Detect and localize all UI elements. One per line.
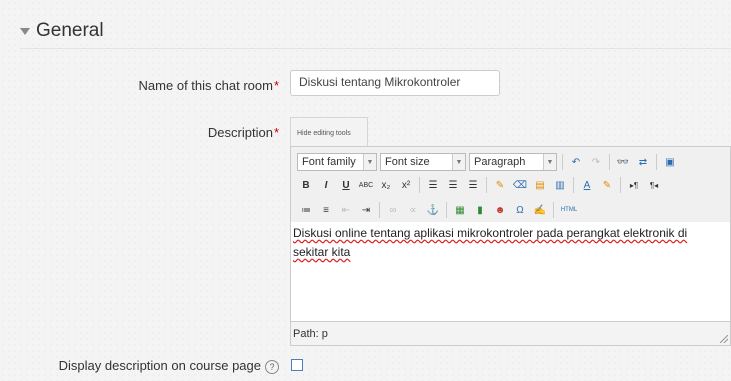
- content-text-line2: sekitar kita: [293, 245, 351, 259]
- bold-icon[interactable]: B: [297, 176, 315, 194]
- display-description-text: Display description on course page: [58, 358, 261, 373]
- editor-content-area[interactable]: Diskusi online tentang aplikasi mikrokon…: [291, 222, 730, 322]
- toolbar-separator: [562, 154, 563, 170]
- outdent-icon[interactable]: ⇤: [337, 201, 355, 219]
- undo-icon[interactable]: ↶: [567, 153, 585, 171]
- align-right-icon[interactable]: ☰: [464, 176, 482, 194]
- form-page: General Name of this chat room* Diskusi …: [0, 0, 731, 381]
- rich-text-editor: Font family ▼ Font size ▼ Paragraph ▼ ↶ …: [290, 146, 731, 346]
- text-color-icon[interactable]: A: [578, 176, 596, 194]
- italic-icon[interactable]: I: [317, 176, 335, 194]
- toolbar-separator: [379, 202, 380, 218]
- strikethrough-icon[interactable]: ABC: [357, 176, 375, 194]
- description-label: Description*: [208, 125, 279, 140]
- toolbar-row-1: Font family ▼ Font size ▼ Paragraph ▼ ↶ …: [297, 152, 681, 172]
- bullet-list-icon[interactable]: ≔: [297, 201, 315, 219]
- chevron-down-icon: ▼: [363, 154, 376, 170]
- align-left-icon[interactable]: ☰: [424, 176, 442, 194]
- link-icon[interactable]: ∞: [384, 201, 402, 219]
- underline-icon[interactable]: U: [337, 176, 355, 194]
- toolbar-row-2: B I U ABC x₂ x² ☰ ☰ ☰ ✎ ⌫ ▤ ▥ A ✎ ▸¶ ¶◂: [297, 175, 665, 195]
- html-icon[interactable]: HTML: [558, 201, 580, 219]
- format-value: Paragraph: [474, 156, 526, 168]
- toolbar-row-3: ≔ ≡ ⇤ ⇥ ∞ ∝ ⚓ ▦ ▮ ☻ Ω ✍ HTML: [297, 200, 582, 220]
- resize-handle-icon[interactable]: [720, 335, 728, 343]
- media-icon[interactable]: ▮: [471, 201, 489, 219]
- subscript-icon[interactable]: x₂: [377, 176, 395, 194]
- collapse-icon[interactable]: [20, 27, 30, 35]
- chevron-down-icon: ▼: [452, 154, 465, 170]
- help-icon[interactable]: ?: [265, 359, 279, 374]
- paste-text-icon[interactable]: ▤: [531, 176, 549, 194]
- font-family-select[interactable]: Font family ▼: [297, 153, 377, 171]
- content-text-part2: tentang aplikasi mikrokontroler pada per…: [370, 226, 688, 240]
- toolbar-separator: [419, 177, 420, 193]
- chevron-down-icon: ▼: [543, 154, 556, 170]
- description-label-text: Description: [207, 125, 273, 140]
- paste-word-icon[interactable]: ▥: [551, 176, 569, 194]
- section-title: General: [36, 20, 104, 41]
- section-divider: [20, 48, 731, 49]
- name-label: Name of this chat room*: [139, 78, 279, 93]
- emoticon-icon[interactable]: ☻: [491, 201, 509, 219]
- format-select[interactable]: Paragraph ▼: [469, 153, 557, 171]
- toolbar-separator: [446, 202, 447, 218]
- display-description-checkbox[interactable]: [291, 359, 303, 371]
- toolbar-separator: [620, 177, 621, 193]
- hide-editing-tools-tab[interactable]: Hide editing tools: [290, 117, 368, 147]
- highlight-icon[interactable]: ✎: [598, 176, 616, 194]
- cleanup-icon[interactable]: ✎: [491, 176, 509, 194]
- element-path[interactable]: Path: p: [293, 328, 328, 340]
- required-marker: *: [273, 125, 279, 140]
- toolbar-separator: [656, 154, 657, 170]
- toolbar-separator: [553, 202, 554, 218]
- chat-room-name-input[interactable]: Diskusi tentang Mikrokontroler: [290, 70, 500, 96]
- redo-icon[interactable]: ↷: [587, 153, 605, 171]
- anchor-icon[interactable]: ⚓: [424, 201, 442, 219]
- section-header-general[interactable]: General: [20, 20, 104, 42]
- toolbar-separator: [486, 177, 487, 193]
- display-description-label: Display description on course page?: [59, 358, 279, 374]
- align-center-icon[interactable]: ☰: [444, 176, 462, 194]
- editor-status-bar: Path: p: [291, 321, 730, 345]
- unlink-icon[interactable]: ∝: [404, 201, 422, 219]
- fullscreen-icon[interactable]: ▣: [661, 153, 679, 171]
- font-size-value: Font size: [385, 156, 430, 168]
- ltr-icon[interactable]: ▸¶: [625, 176, 643, 194]
- number-list-icon[interactable]: ≡: [317, 201, 335, 219]
- font-size-select[interactable]: Font size ▼: [380, 153, 466, 171]
- edit-icon[interactable]: ✍: [531, 201, 549, 219]
- eraser-icon[interactable]: ⌫: [511, 176, 529, 194]
- name-label-text: Name of this chat room: [138, 78, 273, 93]
- rtl-icon[interactable]: ¶◂: [645, 176, 663, 194]
- replace-icon[interactable]: ⇄: [634, 153, 652, 171]
- toolbar-separator: [609, 154, 610, 170]
- toolbar-separator: [573, 177, 574, 193]
- font-family-value: Font family: [302, 156, 356, 168]
- required-marker: *: [273, 78, 279, 93]
- special-char-icon[interactable]: Ω: [511, 201, 529, 219]
- image-icon[interactable]: ▦: [451, 201, 469, 219]
- indent-icon[interactable]: ⇥: [357, 201, 375, 219]
- superscript-icon[interactable]: x²: [397, 176, 415, 194]
- content-text-part1: Diskusi online: [293, 226, 371, 240]
- find-icon[interactable]: 👓: [614, 153, 632, 171]
